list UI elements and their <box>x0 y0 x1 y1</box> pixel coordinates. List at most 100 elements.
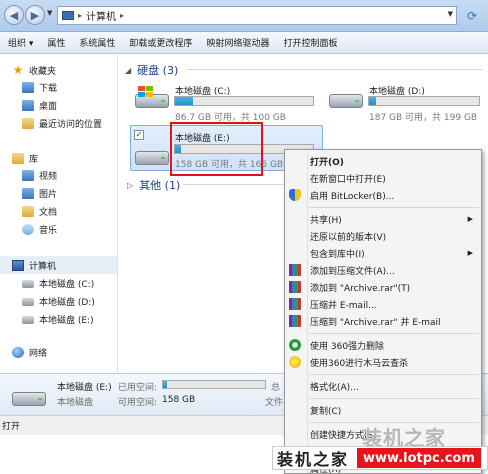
nav-item-label: 本地磁盘 (D:) <box>39 298 95 308</box>
menu-item[interactable]: 复制(C) <box>285 402 481 418</box>
refresh-button[interactable]: ⟳ <box>462 7 482 24</box>
nav-item-label: 文档 <box>39 208 58 218</box>
recent-places-icon <box>22 118 34 129</box>
hard-drive-icon <box>22 315 34 324</box>
group-other[interactable]: ▷ 其他 (1) <box>127 177 180 193</box>
nav-item-label: 桌面 <box>39 102 58 112</box>
chevron-right-icon[interactable]: ▸ <box>78 11 82 20</box>
music-library-icon <box>22 224 34 235</box>
nav-item-label: 本地磁盘 (E:) <box>39 316 94 326</box>
annotation-highlight-box <box>170 122 263 176</box>
nav-item-videos[interactable]: 视频 <box>22 169 57 182</box>
nav-item-label: 图片 <box>39 190 58 200</box>
collapse-triangle-icon: ◢ <box>125 65 132 75</box>
nav-libraries[interactable]: 库 <box>12 152 38 165</box>
address-location[interactable]: 计算机 <box>86 8 116 23</box>
properties-button[interactable]: 属性 <box>47 36 65 49</box>
watermark-url: www.lotpc.com <box>357 448 481 468</box>
menu-item-label: 压缩并 E-mail... <box>310 300 377 311</box>
drive-c-icon[interactable] <box>135 86 169 110</box>
drive-e-icon[interactable] <box>135 143 169 167</box>
refresh-icon: ⟳ <box>466 8 478 23</box>
menu-separator <box>309 374 479 375</box>
picture-library-icon <box>22 188 34 199</box>
nav-item-pictures[interactable]: 图片 <box>22 187 57 200</box>
group-hard-drives-label: 硬盘 (3) <box>137 64 179 77</box>
chevron-right-icon[interactable]: ▸ <box>120 11 124 20</box>
computer-icon <box>12 260 24 271</box>
menu-item-label: 添加到压缩文件(A)... <box>310 266 395 277</box>
menu-item[interactable]: 还原以前的版本(V) <box>285 228 481 244</box>
menu-item-label: 打开(O) <box>310 157 344 168</box>
downloads-folder-icon <box>22 82 34 93</box>
computer-icon <box>62 11 74 20</box>
winrar-icon <box>289 264 301 276</box>
nav-item-label: 音乐 <box>39 226 58 236</box>
address-history-dropdown[interactable]: ▼ <box>448 10 453 18</box>
hard-drive-icon <box>22 297 34 306</box>
menu-item[interactable]: 在新窗口中打开(E) <box>285 170 481 186</box>
drive-d-icon[interactable] <box>329 86 363 110</box>
nav-item-drive-d[interactable]: 本地磁盘 (D:) <box>22 295 95 308</box>
menu-item[interactable]: 使用360进行木马云查杀 <box>285 354 481 370</box>
address-field[interactable]: ▸ 计算机 ▸ ▼ <box>57 6 457 25</box>
nav-item-documents[interactable]: 文档 <box>22 205 57 218</box>
arrow-right-icon: ▶ <box>30 8 40 22</box>
menu-item[interactable]: 包含到库中(I) ▶ <box>285 245 481 261</box>
nav-favorites-label: 收藏夹 <box>29 67 57 77</box>
drive-e-checkbox[interactable]: ✓ <box>134 130 144 140</box>
nav-item-recent-places[interactable]: 最近访问的位置 <box>22 117 102 130</box>
winrar-icon <box>289 298 301 310</box>
nav-item-drive-c[interactable]: 本地磁盘 (C:) <box>22 277 94 290</box>
recent-pages-dropdown[interactable]: ▼ <box>47 9 52 17</box>
nav-item-drive-e[interactable]: 本地磁盘 (E:) <box>22 313 94 326</box>
menu-item-label: 包含到库中(I) <box>310 249 365 260</box>
details-filesystem-label: 文件 <box>265 398 284 408</box>
menu-item-label: 压缩到 "Archive.rar" 并 E-mail <box>310 317 441 328</box>
document-library-icon <box>22 206 34 217</box>
details-free-value: 158 GB <box>162 395 196 405</box>
system-properties-button[interactable]: 系统属性 <box>79 36 115 49</box>
menu-item[interactable]: 压缩到 "Archive.rar" 并 E-mail <box>285 313 481 329</box>
menu-item[interactable]: 共享(H) ▶ <box>285 211 481 227</box>
nav-favorites[interactable]: ★ 收藏夹 <box>12 64 56 77</box>
details-usage-bar <box>162 380 266 389</box>
desktop-folder-icon <box>22 100 34 111</box>
library-icon <box>12 153 24 164</box>
uninstall-program-button[interactable]: 卸载或更改程序 <box>129 36 192 49</box>
star-icon: ★ <box>12 63 24 77</box>
nav-item-label: 本地磁盘 (C:) <box>39 280 95 290</box>
address-bar-area: ◀ ▶ ▼ ▸ 计算机 ▸ ▼ ⟳ <box>0 0 488 32</box>
group-other-label: 其他 (1) <box>139 179 181 192</box>
drive-c-usage-bar <box>174 96 314 106</box>
details-used-label: 已用空间: <box>118 383 158 393</box>
menu-separator <box>309 207 479 208</box>
menu-item[interactable]: 添加到压缩文件(A)... <box>285 262 481 278</box>
menu-item[interactable]: 使用 360强力删除 <box>285 337 481 353</box>
menu-item-label: 格式化(A)... <box>310 382 359 393</box>
organize-button[interactable]: 组织 ▾ <box>8 36 33 49</box>
nav-computer[interactable]: 计算机 <box>12 259 56 272</box>
forward-button[interactable]: ▶ <box>25 5 45 25</box>
nav-item-desktop[interactable]: 桌面 <box>22 99 57 112</box>
details-drive-name: 本地磁盘 (E:) <box>57 383 112 393</box>
nav-computer-label: 计算机 <box>29 262 57 272</box>
menu-item[interactable]: 打开(O) <box>285 153 481 169</box>
winrar-icon <box>289 281 301 293</box>
map-network-drive-button[interactable]: 映射网络驱动器 <box>206 36 269 49</box>
hard-drive-icon <box>22 279 34 288</box>
group-hard-drives[interactable]: ◢ 硬盘 (3) <box>125 62 178 78</box>
nav-item-downloads[interactable]: 下载 <box>22 81 57 94</box>
group-divider <box>187 69 482 70</box>
menu-item[interactable]: 格式化(A)... <box>285 378 481 394</box>
nav-network[interactable]: 网络 <box>12 346 47 359</box>
menu-item[interactable]: 启用 BitLocker(B)... <box>285 187 481 203</box>
menu-item[interactable]: 压缩并 E-mail... <box>285 296 481 312</box>
back-button[interactable]: ◀ <box>4 5 24 25</box>
menu-item-label: 还原以前的版本(V) <box>310 232 387 243</box>
open-control-panel-button[interactable]: 打开控制面板 <box>283 36 337 49</box>
details-free-label: 可用空间: <box>118 398 158 408</box>
nav-item-music[interactable]: 音乐 <box>22 223 57 236</box>
menu-item[interactable]: 添加到 "Archive.rar"(T) <box>285 279 481 295</box>
network-icon <box>12 347 24 358</box>
